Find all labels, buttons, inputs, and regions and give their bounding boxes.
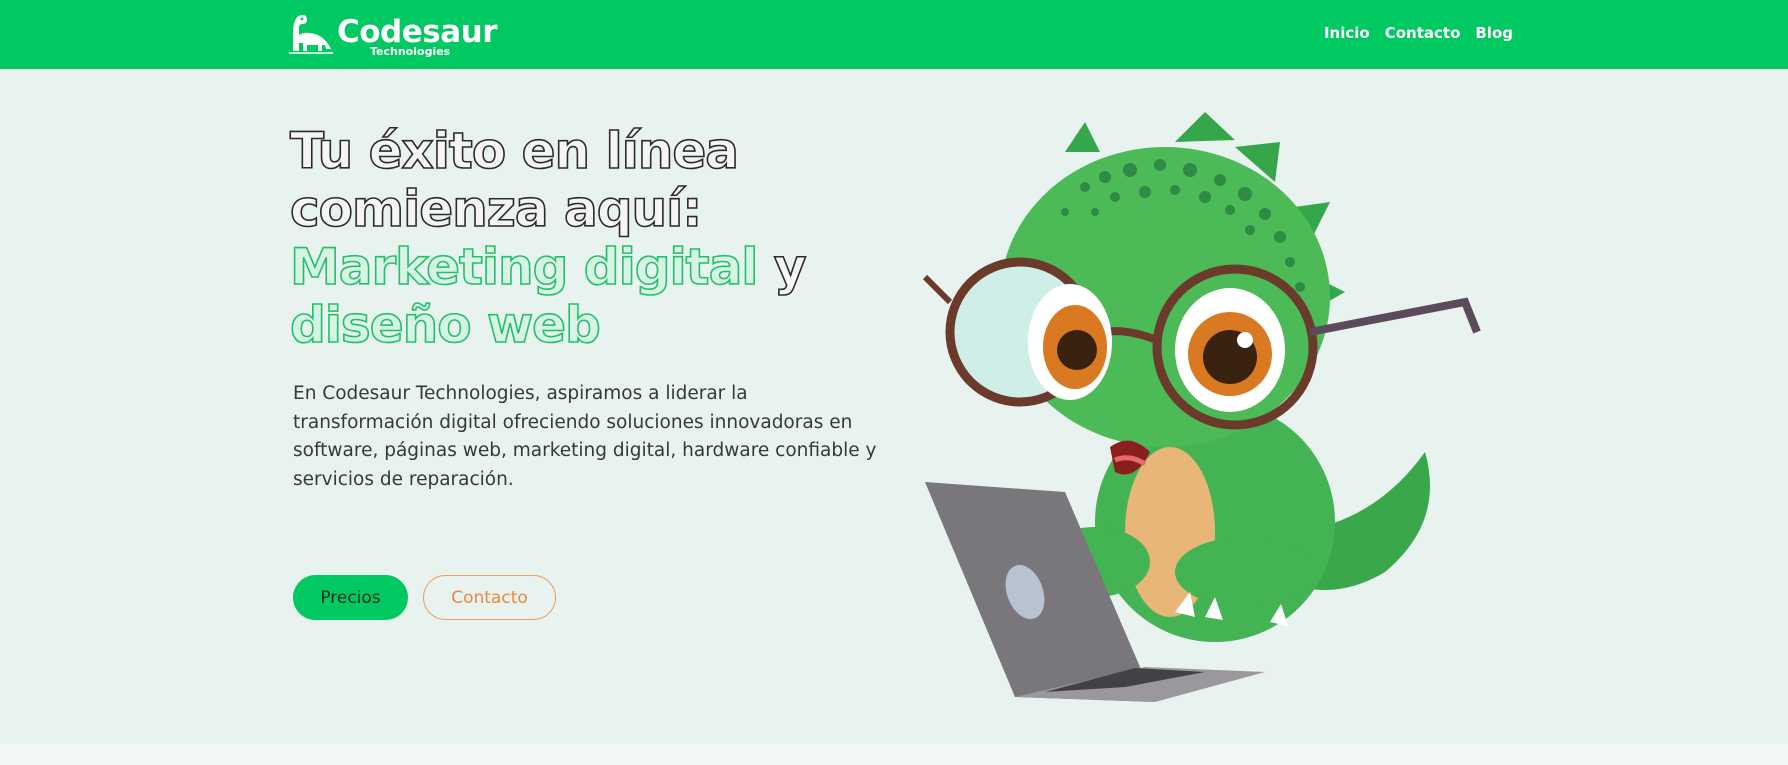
headline-primary: Tu éxito en línea comienza aquí: (289, 121, 740, 239)
dinosaur-logo-icon (289, 14, 333, 54)
hero-headline: Tu éxito en línea comienza aquí: Marketi… (289, 121, 910, 355)
nav-link-contacto[interactable]: Contacto (1385, 24, 1461, 42)
dinosaur-laptop-illustration (922, 112, 1481, 702)
headline-highlight-2: diseño web (289, 295, 601, 355)
brand-logo[interactable]: Codesaur Technologies (287, 11, 498, 59)
nav-link-inicio[interactable]: Inicio (1324, 24, 1370, 42)
nav-link-blog[interactable]: Blog (1475, 24, 1513, 42)
headline-connector: y (757, 237, 807, 297)
main-nav: Inicio Contacto Blog (1324, 24, 1513, 42)
top-navbar: Codesaur Technologies Inicio Contacto Bl… (0, 0, 1788, 69)
next-section-edge (0, 744, 1788, 765)
contacto-button[interactable]: Contacto (423, 575, 556, 620)
brand-name: Codesaur (337, 14, 498, 50)
hero-description: En Codesaur Technologies, aspiramos a li… (293, 383, 877, 490)
precios-button[interactable]: Precios (293, 575, 408, 620)
headline-highlight-1: Marketing digital (289, 237, 759, 297)
brand-tagline: Technologies (370, 45, 451, 58)
